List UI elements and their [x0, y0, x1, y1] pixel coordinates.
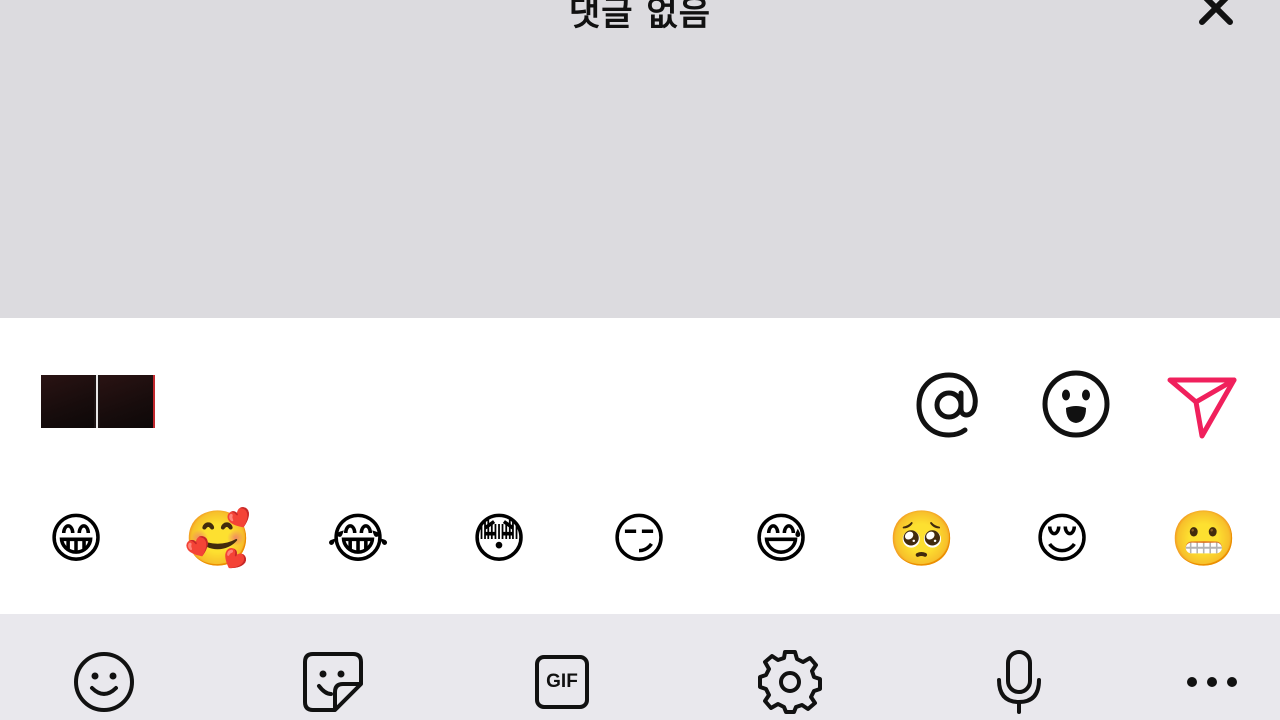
gif-icon: GIF	[535, 655, 589, 709]
page-title: 댓글 없음	[569, 0, 711, 34]
close-icon	[1199, 0, 1233, 25]
more-icon	[1187, 677, 1237, 687]
emoji-suggestion[interactable]: 😳	[466, 506, 532, 572]
emoji-suggestion[interactable]: 😁	[43, 506, 109, 572]
emoji-suggestion-row: 😁 🥰 😂 😳 😏 😅 🥺 😌 😬	[0, 488, 1280, 614]
thumbnail-frame	[100, 375, 155, 428]
keyboard-toolbar: GIF	[0, 614, 1280, 720]
send-button[interactable]	[1166, 372, 1238, 444]
smiley-icon	[74, 652, 134, 712]
settings-gear-icon	[758, 650, 822, 714]
emoji-suggestion[interactable]: 😂	[325, 506, 391, 572]
mention-button[interactable]	[912, 368, 986, 442]
comment-screen: 댓글 없음 😁 🥰 😂 😳 😏 😅 🥺 😌 😬 GIF	[0, 0, 1280, 720]
video-thumbnail[interactable]	[41, 375, 155, 428]
emoji-picker-button[interactable]	[1040, 368, 1112, 440]
emoji-suggestion[interactable]: 😬	[1170, 506, 1237, 572]
thumbnail-frame	[41, 375, 94, 428]
close-button[interactable]	[1190, 0, 1242, 30]
settings-button[interactable]	[758, 650, 822, 714]
comments-area: 댓글 없음	[0, 0, 1280, 318]
emoji-suggestion[interactable]: 😅	[748, 506, 814, 572]
emoji-suggestion[interactable]: 🥺	[888, 506, 955, 572]
voice-input-button[interactable]	[987, 650, 1051, 714]
emoji-suggestion[interactable]: 😌	[1029, 506, 1095, 572]
comment-input-row	[0, 318, 1280, 488]
send-icon	[1167, 377, 1237, 439]
microphone-icon	[997, 650, 1041, 714]
sticker-icon	[303, 652, 363, 712]
sticker-button[interactable]	[301, 650, 365, 714]
emoji-suggestion[interactable]: 🥰	[184, 506, 251, 572]
gif-button[interactable]: GIF	[530, 650, 594, 714]
emoji-face-icon	[1042, 370, 1110, 438]
emoji-keyboard-button[interactable]	[72, 650, 136, 714]
at-icon	[916, 372, 978, 438]
emoji-suggestion[interactable]: 😏	[606, 506, 672, 572]
more-options-button[interactable]	[1180, 650, 1244, 714]
